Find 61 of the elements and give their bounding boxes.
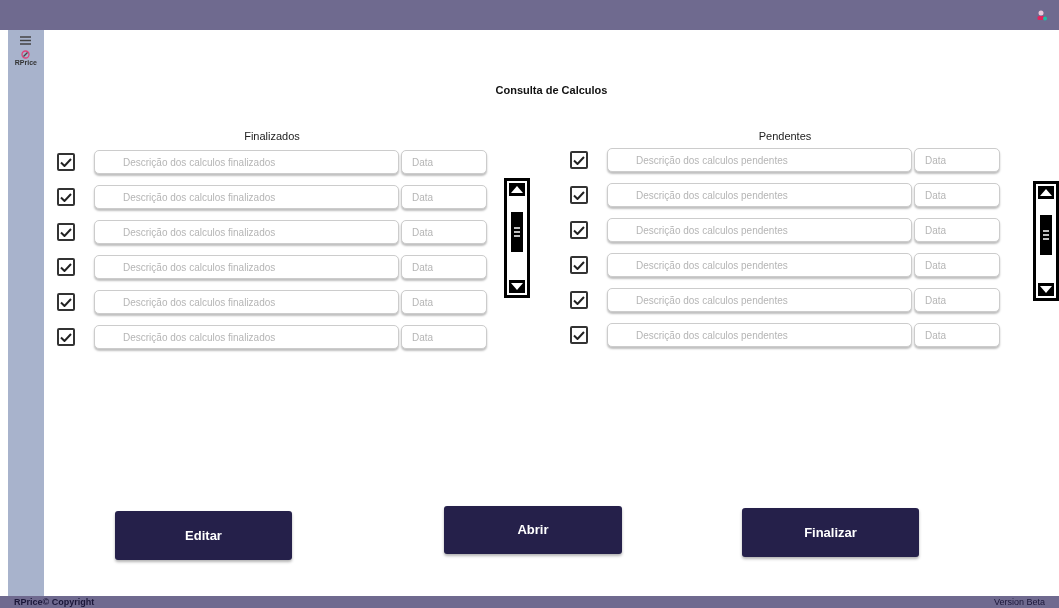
checkmark-icon — [60, 332, 72, 342]
description-field[interactable]: Descrição dos calculos pendentes — [607, 288, 912, 312]
date-field[interactable]: Data — [401, 220, 487, 244]
checkbox[interactable] — [57, 258, 75, 276]
checkbox[interactable] — [57, 188, 75, 206]
action-button[interactable]: Abrir — [444, 506, 622, 554]
checkmark-icon — [573, 260, 585, 270]
checkbox[interactable] — [570, 151, 588, 169]
column-heading: Finalizados — [243, 128, 301, 144]
scrollbar-drawing[interactable] — [504, 178, 530, 298]
checkbox[interactable] — [57, 328, 75, 346]
date-field[interactable]: Data — [401, 185, 487, 209]
date-field[interactable]: Data — [401, 150, 487, 174]
menu-icon[interactable] — [20, 36, 32, 45]
checkmark-icon — [60, 297, 72, 307]
checkbox[interactable] — [570, 186, 588, 204]
version-text: Version Beta — [993, 597, 1045, 607]
description-field[interactable]: Descrição dos calculos finalizados — [94, 185, 399, 209]
checkbox[interactable] — [57, 293, 75, 311]
scrollbar-drawing[interactable] — [1033, 181, 1059, 301]
checkmark-icon — [60, 262, 72, 272]
description-field[interactable]: Descrição dos calculos finalizados — [94, 255, 399, 279]
checkmark-icon — [573, 190, 585, 200]
copyright-text: RPrice© Copyright — [14, 597, 95, 607]
description-field[interactable]: Descrição dos calculos finalizados — [94, 290, 399, 314]
description-field[interactable]: Descrição dos calculos pendentes — [607, 218, 912, 242]
logo-icon — [21, 50, 31, 59]
checkbox[interactable] — [57, 153, 75, 171]
checkbox[interactable] — [570, 256, 588, 274]
description-field[interactable]: Descrição dos calculos pendentes — [607, 148, 912, 172]
checkbox[interactable] — [57, 223, 75, 241]
checkbox[interactable] — [570, 221, 588, 239]
date-field[interactable]: Data — [401, 290, 487, 314]
checkbox[interactable] — [570, 291, 588, 309]
column-heading: Pendentes — [757, 128, 813, 144]
checkmark-icon — [573, 295, 585, 305]
date-field[interactable]: Data — [914, 253, 1000, 277]
page-title: Consulta de Calculos — [494, 83, 609, 98]
date-field[interactable]: Data — [401, 255, 487, 279]
checkmark-icon — [573, 330, 585, 340]
description-field[interactable]: Descrição dos calculos finalizados — [94, 150, 399, 174]
date-field[interactable]: Data — [401, 325, 487, 349]
user-icon[interactable] — [1037, 9, 1047, 21]
checkbox[interactable] — [570, 326, 588, 344]
checkmark-icon — [60, 192, 72, 202]
date-field[interactable]: Data — [914, 218, 1000, 242]
date-field[interactable]: Data — [914, 288, 1000, 312]
description-field[interactable]: Descrição dos calculos pendentes — [607, 253, 912, 277]
date-field[interactable]: Data — [914, 323, 1000, 347]
description-field[interactable]: Descrição dos calculos finalizados — [94, 325, 399, 349]
description-field[interactable]: Descrição dos calculos pendentes — [607, 323, 912, 347]
description-field[interactable]: Descrição dos calculos pendentes — [607, 183, 912, 207]
action-button[interactable]: Editar — [115, 511, 292, 560]
description-field[interactable]: Descrição dos calculos finalizados — [94, 220, 399, 244]
date-field[interactable]: Data — [914, 183, 1000, 207]
checkmark-icon — [573, 155, 585, 165]
date-field[interactable]: Data — [914, 148, 1000, 172]
checkmark-icon — [60, 157, 72, 167]
checkmark-icon — [60, 227, 72, 237]
checkmark-icon — [573, 225, 585, 235]
action-button[interactable]: Finalizar — [742, 508, 919, 557]
